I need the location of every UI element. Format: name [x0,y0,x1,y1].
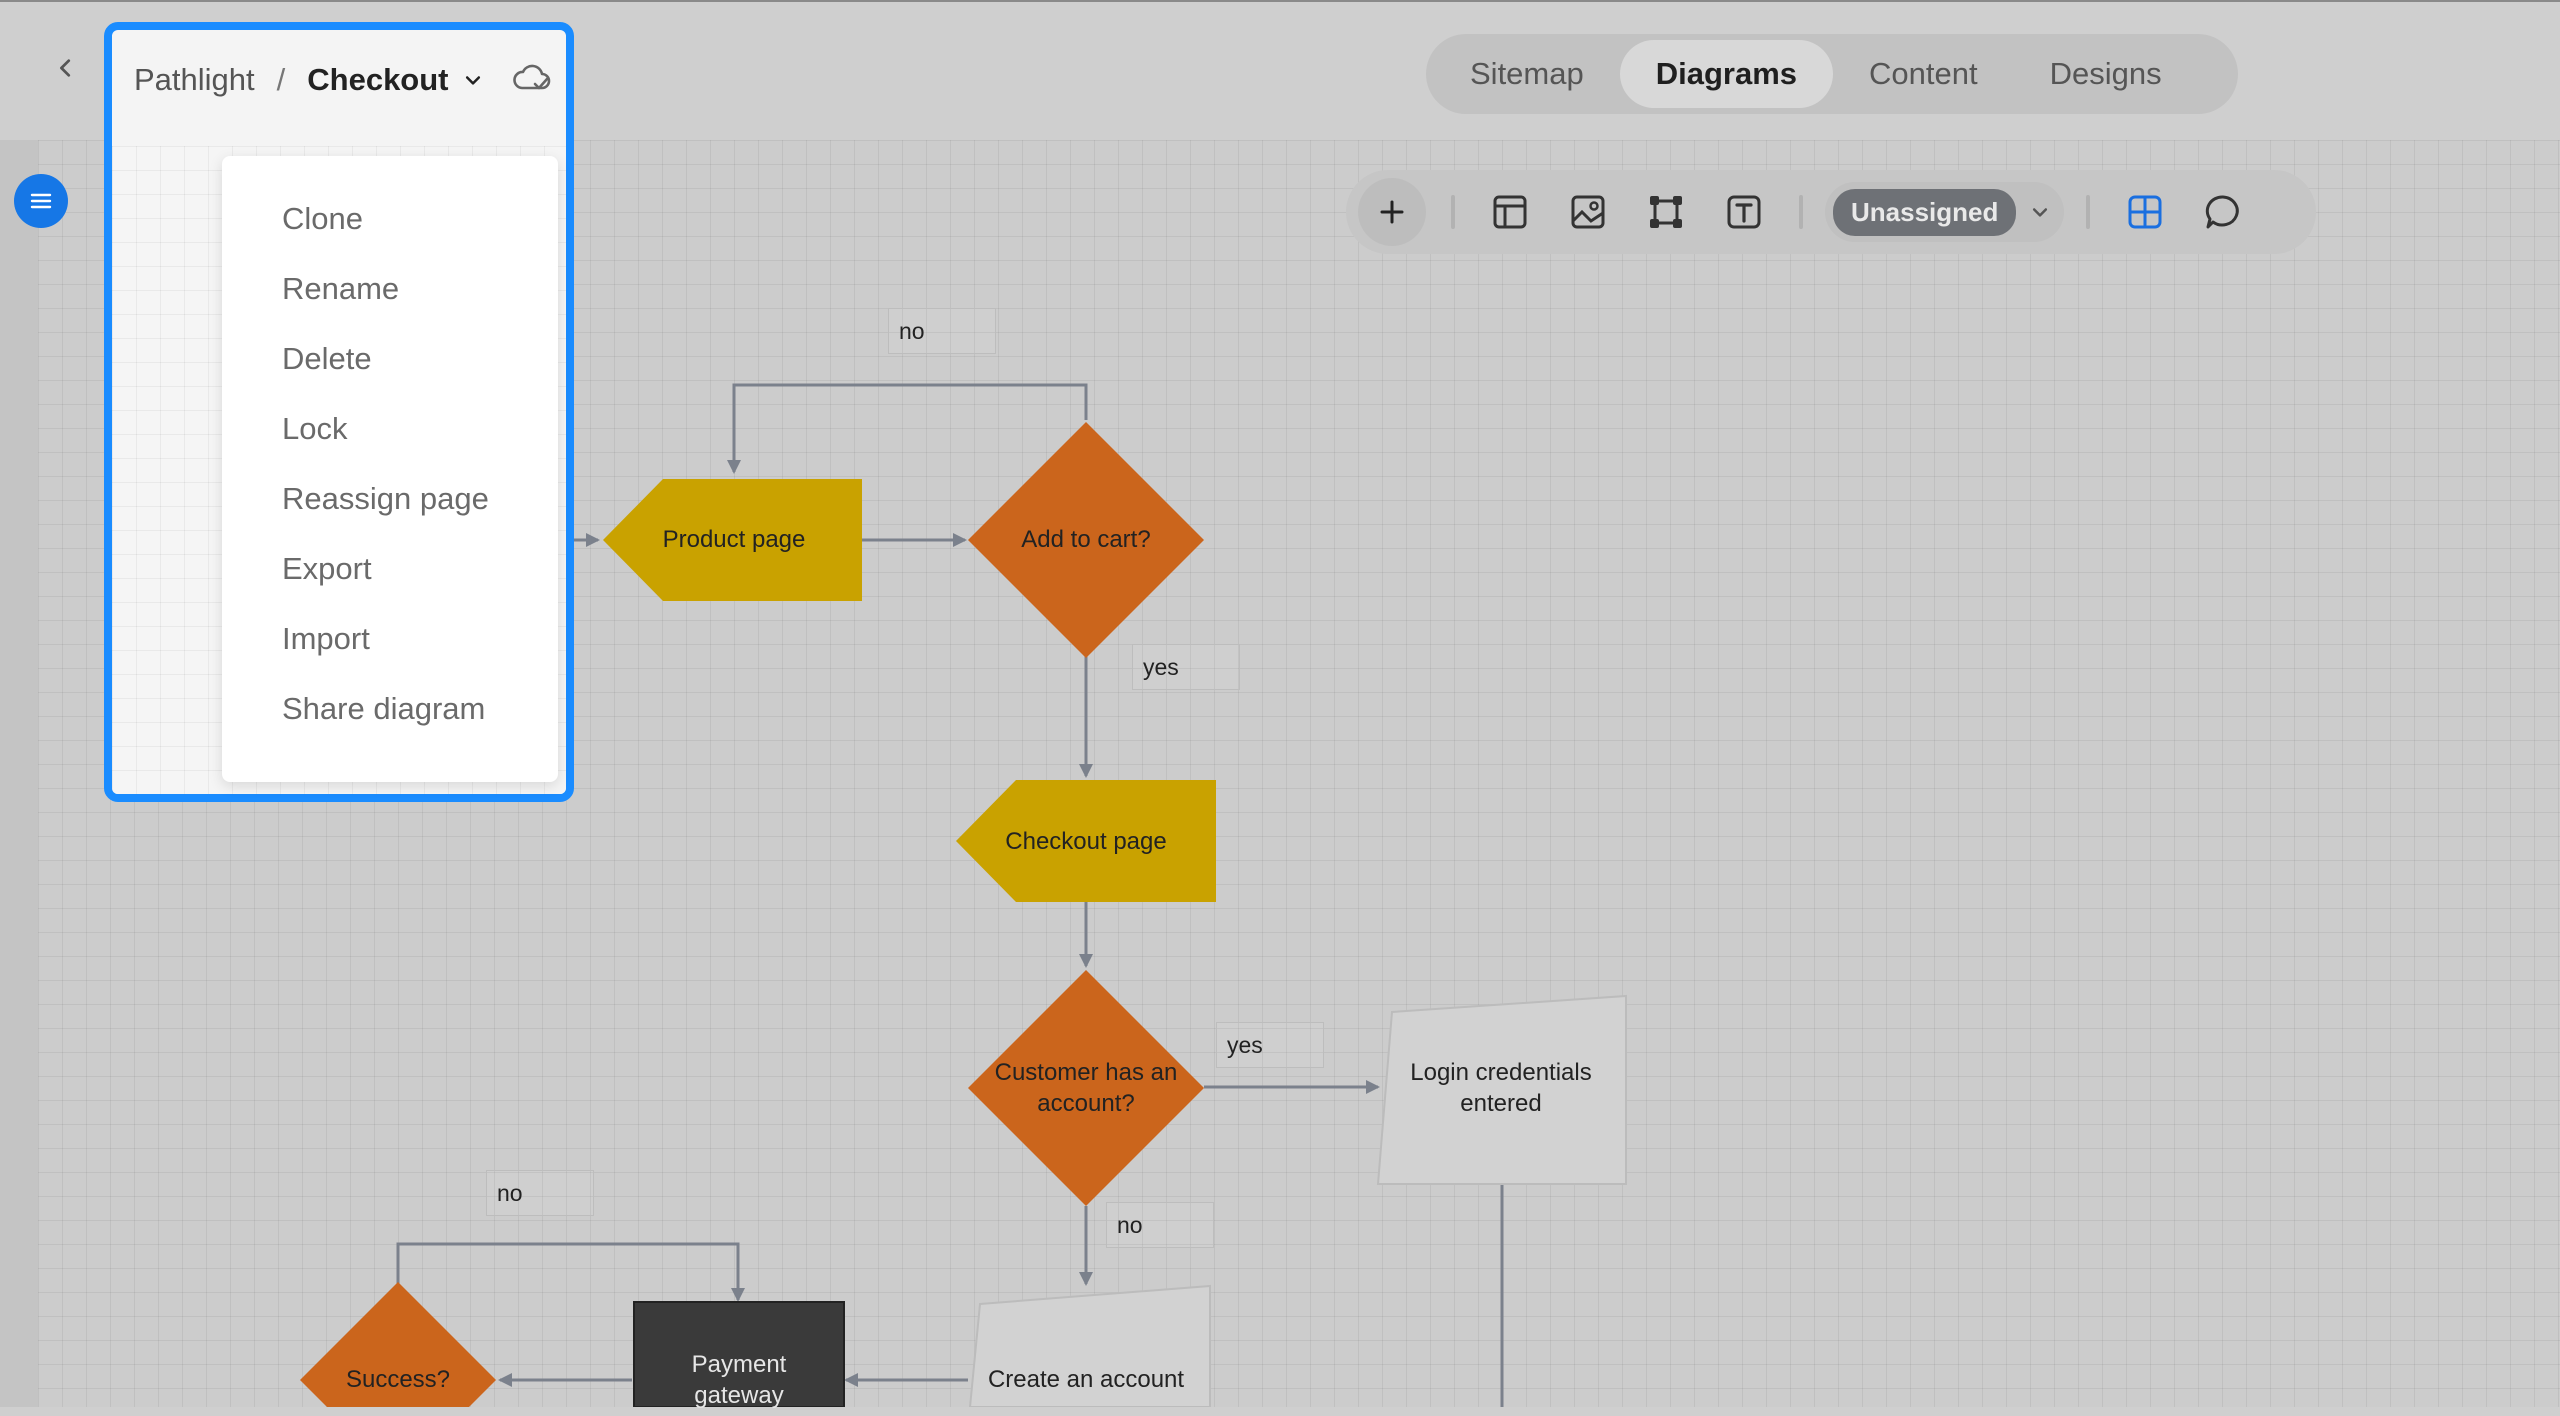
menu-item-reassign-page[interactable]: Reassign page [222,464,558,534]
toolbar-divider [1451,195,1455,229]
success-label: Success? [345,1366,451,1394]
tab-diagrams[interactable]: Diagrams [1619,40,1834,108]
assignee-dropdown-toggle[interactable] [2030,202,2050,222]
chevron-down-icon [465,76,480,85]
image-button[interactable] [1558,182,1618,242]
back-button[interactable] [48,50,84,86]
tab-content[interactable]: Content [1833,40,2014,108]
edge-label-no-cart: no [888,308,996,354]
view-tabs: Sitemap Diagrams Content Designs [1426,34,2238,114]
assignee-pill: Unassigned [1833,188,2017,236]
image-icon [1571,195,1605,229]
comment-icon [2206,195,2240,229]
breadcrumb-separator: / [276,62,286,97]
breadcrumb: Pathlight / Checkout [134,60,483,100]
assignee-selector[interactable]: Unassigned [1825,182,2065,242]
menu-item-delete[interactable]: Delete [222,324,558,394]
tab-sitemap[interactable]: Sitemap [1434,40,1620,108]
outline-menu-button[interactable] [14,174,68,228]
edge-cart-no [727,383,1088,474]
add-to-cart-label: Add to cart? [1021,526,1151,554]
frame-icon [1650,196,1682,228]
menu-item-export[interactable]: Export [222,534,558,604]
sync-status[interactable] [512,62,552,99]
text-icon [1727,195,1761,229]
frame-button[interactable] [1636,182,1696,242]
edge-label-no-account: no [1106,1202,1214,1248]
breadcrumb-current-page[interactable]: Checkout [307,62,448,98]
plus-icon [1380,200,1404,224]
create-account-label: Create an account [987,1366,1185,1394]
layout-button[interactable] [1480,182,1540,242]
edge-success-no [396,1242,745,1302]
edge-label-yes-cart: yes [1132,644,1240,690]
product-page-label: Product page [662,526,806,554]
chevron-left-icon [60,59,71,77]
checkout-page-label: Checkout page [1005,828,1167,856]
add-button[interactable] [1358,178,1426,246]
has-account-label: Customer has an account? [994,1058,1178,1117]
edge-label-no-success: no [486,1170,594,1216]
payment-gateway-label: Payment gateway [691,1350,787,1409]
login-label: Login credentials entered [1410,1058,1592,1117]
chevron-down-icon [2033,208,2048,217]
comment-button[interactable] [2193,182,2253,242]
breadcrumb-project[interactable]: Pathlight [134,62,255,98]
tab-designs[interactable]: Designs [2014,40,2198,108]
page-dropdown-toggle[interactable] [463,70,483,90]
cloud-check-icon [513,64,551,90]
menu-item-import[interactable]: Import [222,604,558,674]
toolbar-divider [2086,195,2091,229]
menu-item-share-diagram[interactable]: Share diagram [222,674,558,744]
menu-item-clone[interactable]: Clone [222,184,558,254]
menu-item-rename[interactable]: Rename [222,254,558,324]
toolbar-divider [1799,195,1803,229]
list-icon [30,193,52,209]
menu-item-lock[interactable]: Lock [222,394,558,464]
layout-icon [1493,195,1527,229]
edge-label-yes-account: yes [1216,1022,1324,1068]
grid-icon [2128,195,2162,229]
grid-toggle-button[interactable] [2115,182,2175,242]
page-options-menu: Clone Rename Delete Lock Reassign page E… [222,156,558,782]
diagram-toolbar: Unassigned [1346,170,2316,254]
text-button[interactable] [1714,182,1774,242]
